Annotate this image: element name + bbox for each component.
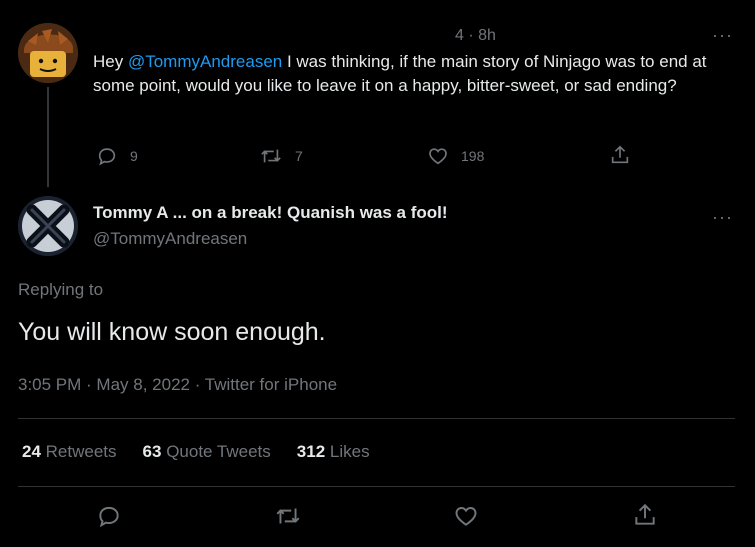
like-action[interactable]: 198	[427, 145, 484, 167]
retweet-count: 7	[295, 148, 303, 164]
retweet-icon[interactable]	[259, 145, 283, 167]
retweet-icon[interactable]	[274, 503, 302, 529]
thread-connector-line	[47, 87, 49, 187]
reply-count: 9	[130, 148, 138, 164]
mention-link[interactable]: @TommyAndreasen	[128, 52, 282, 71]
engagement-stats: 24 Retweets 63 Quote Tweets 312 Likes	[22, 442, 370, 462]
divider	[18, 486, 735, 487]
reply-icon[interactable]	[96, 503, 122, 529]
share-icon[interactable]	[632, 502, 658, 528]
likes-count: 312	[296, 442, 326, 461]
more-icon[interactable]: ···	[712, 26, 733, 44]
retweets-label: Retweets	[45, 442, 117, 461]
quote-label: Quote Tweets	[166, 442, 271, 461]
more-icon[interactable]: ···	[712, 208, 733, 226]
retweets-count: 24	[22, 442, 41, 461]
likes-label: Likes	[329, 442, 370, 461]
reply-action[interactable]: 9	[96, 145, 138, 167]
tweet-timestamp[interactable]: 3:05 PM · May 8, 2022 · Twitter for iPho…	[18, 375, 337, 395]
display-name[interactable]: Tommy A ... on a break! Quanish was a fo…	[93, 203, 448, 223]
like-icon[interactable]	[427, 145, 449, 167]
reply-tweet-text: Hey @TommyAndreasen I was thinking, if t…	[93, 50, 733, 98]
replying-to-label: Replying to	[18, 280, 104, 299]
reply-icon[interactable]	[96, 145, 118, 167]
likes-stat[interactable]: 312 Likes	[297, 442, 370, 462]
share-icon[interactable]	[609, 144, 631, 166]
quote-count: 63	[142, 442, 162, 461]
avatar-main-author[interactable]	[18, 196, 78, 256]
reply-text-before: Hey	[93, 52, 128, 71]
reply-meta: 4 · 8h	[455, 27, 496, 44]
retweet-action[interactable]: 7	[259, 145, 303, 167]
avatar-reply-author[interactable]	[18, 23, 78, 83]
divider	[18, 418, 735, 419]
main-tweet-text: You will know soon enough.	[18, 318, 326, 346]
like-count: 198	[461, 148, 485, 164]
user-handle[interactable]: @TommyAndreasen	[93, 229, 247, 249]
like-icon[interactable]	[453, 503, 479, 529]
retweets-stat[interactable]: 24 Retweets	[22, 442, 117, 462]
quote-tweets-stat[interactable]: 63 Quote Tweets	[143, 442, 271, 462]
